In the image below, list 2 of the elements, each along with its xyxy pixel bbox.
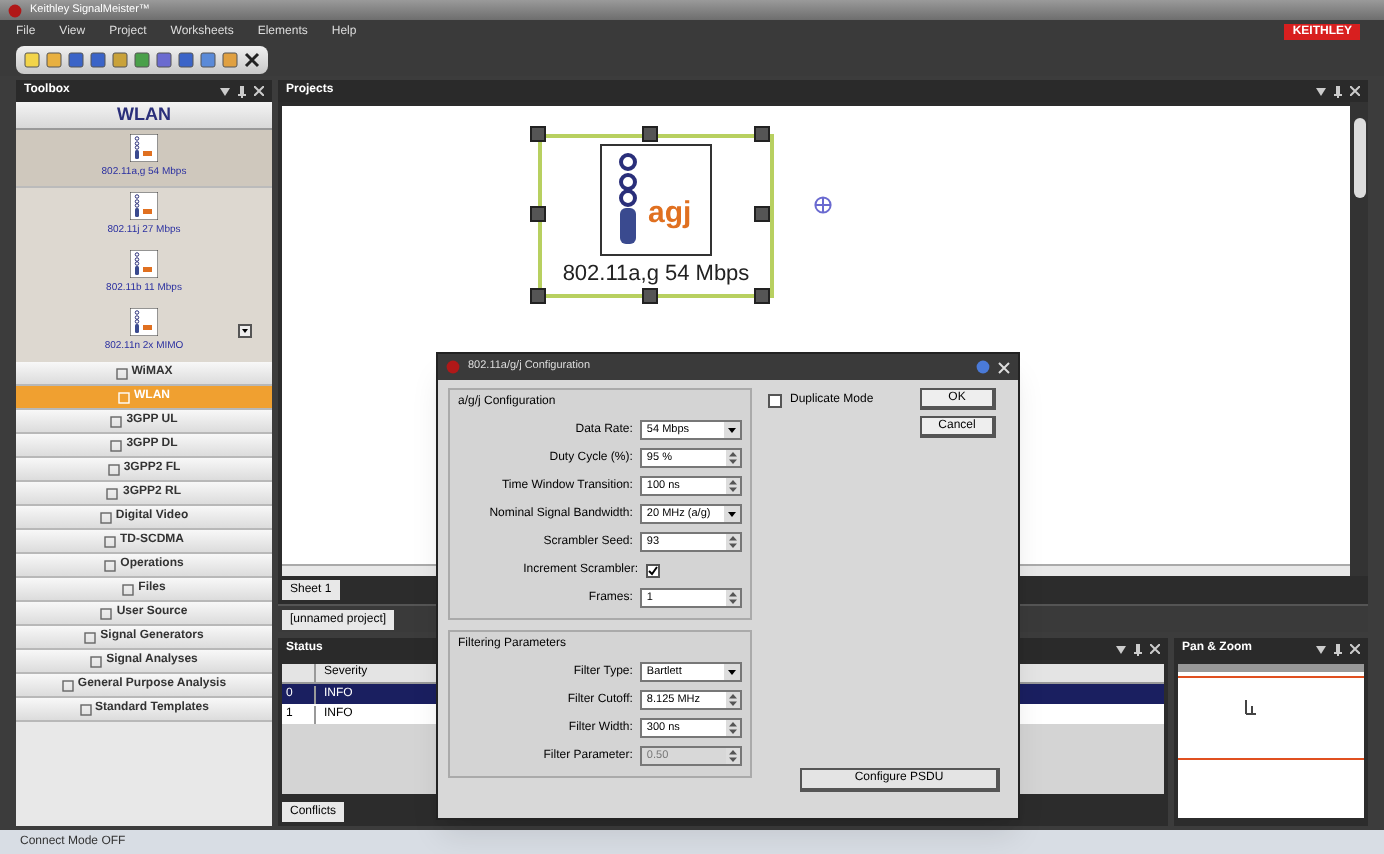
node-tag-text: agj [648,198,692,228]
node-label: 802.11a,g 54 Mbps [562,260,750,290]
